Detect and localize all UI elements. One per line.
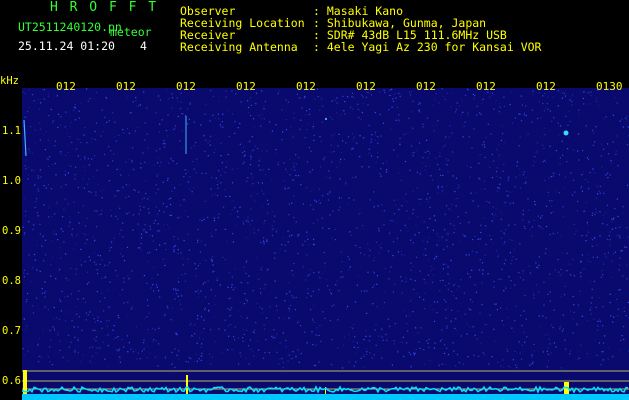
time-tick-label: 012 (176, 80, 196, 93)
y-tick-label: 1.1 (2, 125, 21, 137)
time-tick-label: 012 (56, 80, 76, 93)
time-tick-label: 012 (416, 80, 436, 93)
filename-label: UT2511240120.pn (18, 20, 122, 34)
spectrum-floor (22, 394, 629, 400)
time-tick-label: 012 (476, 80, 496, 93)
antenna-value: : 4ele Yagi Az 230 for Kansai VOR (313, 40, 542, 54)
header-panel: H R O F F T UT2511240120.pn meteor 25.11… (0, 0, 629, 76)
datetime-label: 25.11.24 01:20 (18, 39, 115, 53)
y-tick-label: 0.9 (2, 225, 21, 237)
detection-count: 4 (140, 39, 147, 53)
detector-label: meteor (110, 25, 152, 39)
y-tick-label: 0.7 (2, 325, 21, 337)
app-title: H R O F F T (50, 0, 159, 15)
y-tick-label: 0.8 (2, 275, 21, 287)
time-tick-label: 012 (296, 80, 316, 93)
time-tick-label: 012 (236, 80, 256, 93)
meteor-echo-spot (563, 130, 569, 136)
antenna-label: Receiving Antenna (180, 40, 298, 54)
time-tick-label: 0130 (596, 80, 623, 93)
time-tick-label: 012 (356, 80, 376, 93)
time-tick-label: 012 (116, 80, 136, 93)
time-tick-label: 012 (536, 80, 556, 93)
y-tick-label: 0.6 (2, 375, 21, 387)
waterfall-spectrogram: kHz 1.1 1.0 0.9 0.8 0.7 0.6 012 012 012 … (0, 76, 629, 400)
axis-unit-label: kHz (0, 76, 19, 87)
y-tick-label: 1.0 (2, 175, 21, 187)
meteor-echo-spot (325, 118, 327, 120)
frequency-axis: kHz 1.1 1.0 0.9 0.8 0.7 0.6 (0, 76, 21, 387)
waterfall-background (22, 88, 629, 400)
